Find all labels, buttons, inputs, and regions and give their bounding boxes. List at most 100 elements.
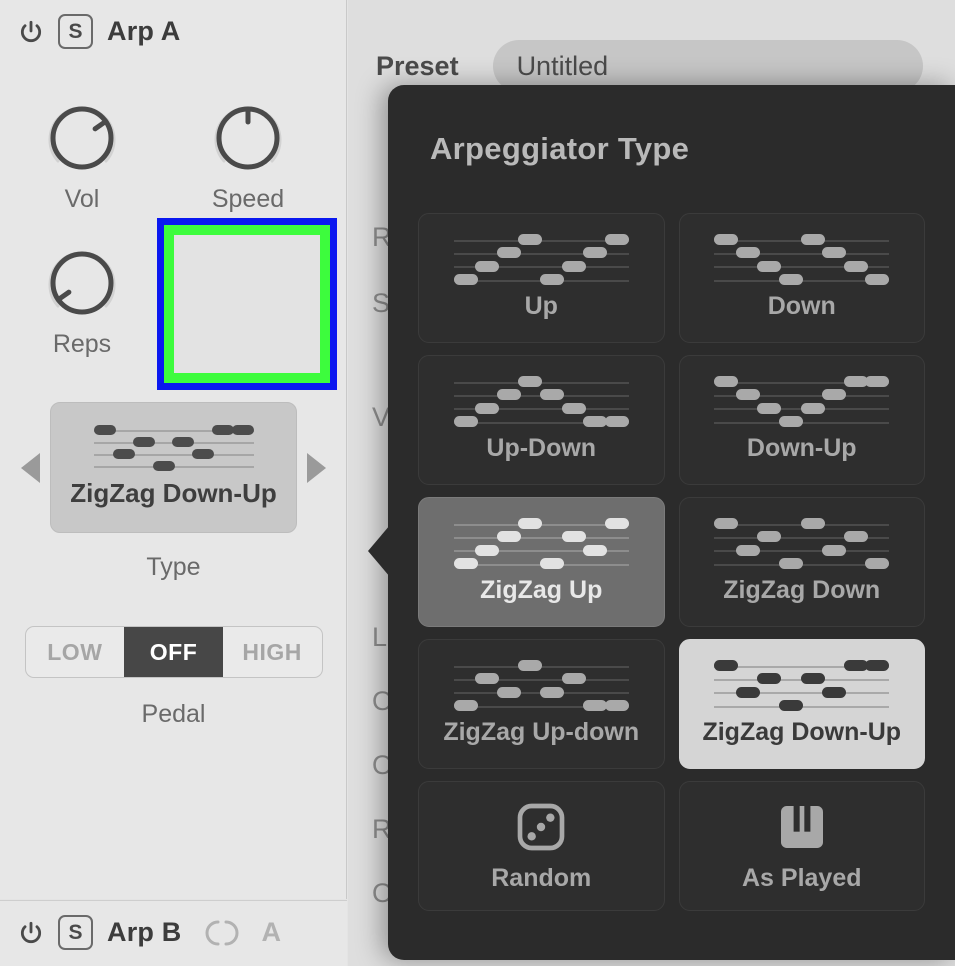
knob-dial[interactable] (39, 240, 125, 326)
type-caption: Type (146, 553, 201, 581)
arpeggiator-type-grid: Up Down Up-Down Down-Up ZigZag Up ZigZag Down… (418, 213, 925, 911)
arp-type-option-down-up[interactable]: Down-Up (678, 355, 925, 485)
pattern-note (453, 416, 478, 427)
pattern-note (822, 686, 847, 698)
arp-type-option-as-played[interactable]: As Played (678, 781, 925, 911)
pedal-option-low[interactable]: LOW (26, 627, 125, 677)
pattern-note (453, 558, 478, 569)
solo-button[interactable]: S (58, 915, 93, 950)
note-pattern-icon (714, 376, 890, 430)
pattern-note (757, 531, 782, 543)
arp-type-option-label: Down-Up (746, 433, 857, 462)
pattern-note (540, 558, 565, 569)
pattern-note (496, 247, 521, 259)
arp-type-option-random[interactable]: Random (418, 781, 665, 911)
pedal-caption: Pedal (141, 700, 206, 728)
pedal-control: LOW OFF HIGH Pedal (0, 626, 347, 729)
pattern-note (865, 274, 890, 285)
knob-icon (48, 106, 116, 170)
power-icon[interactable] (18, 920, 44, 946)
link-icon[interactable] (196, 918, 248, 948)
arp-type-option-down[interactable]: Down (678, 213, 925, 343)
pattern-note (561, 260, 586, 272)
pattern-note (192, 449, 215, 459)
plugin-window: Preset Untitled RSVLOORO S Arp A Vol Spee… (0, 0, 955, 966)
pattern-note (561, 673, 586, 685)
note-pattern-icon (714, 660, 890, 714)
page-title: Arp A (107, 16, 181, 46)
arp-type-option-zigzag-up-down[interactable]: ZigZag Up-down (418, 639, 665, 769)
preset-value: Untitled (516, 50, 609, 81)
arp-type-option-up[interactable]: Up (418, 213, 665, 343)
pattern-note (757, 673, 782, 685)
knob-speed[interactable]: Speed (178, 95, 318, 214)
arp-type-option-label: As Played (741, 864, 862, 892)
chevron-right-icon[interactable] (307, 452, 326, 483)
arp-type-option-label: ZigZag Up (480, 575, 603, 604)
arp-type-option-label: Random (491, 864, 592, 892)
pattern-note (735, 544, 760, 556)
pattern-note (604, 416, 629, 427)
knob-dial[interactable] (39, 95, 125, 181)
pattern-note (518, 518, 543, 529)
pattern-note (540, 686, 565, 698)
arp-type-option-up-down[interactable]: Up-Down (418, 355, 665, 485)
pattern-note (778, 700, 803, 711)
note-pattern-icon (714, 518, 890, 572)
arp-type-option-zigzag-down-up[interactable]: ZigZag Down-Up (678, 639, 925, 769)
pedal-segmented-control[interactable]: LOW OFF HIGH (24, 626, 323, 678)
pattern-note (496, 389, 521, 401)
pedal-option-high[interactable]: HIGH (223, 627, 322, 677)
pattern-note (822, 389, 847, 401)
pattern-note (604, 700, 629, 711)
chevron-left-icon[interactable] (21, 452, 40, 483)
arp-type-option-zigzag-down[interactable]: ZigZag Down (678, 497, 925, 627)
knob-dial[interactable] (205, 95, 291, 181)
note-pattern-icon (453, 376, 629, 430)
pattern-note (865, 660, 890, 671)
pattern-note (822, 544, 847, 556)
arp-type-option-label: Down (767, 291, 836, 320)
arp-type-option-zigzag-up[interactable]: ZigZag Up (418, 497, 665, 627)
pattern-note (518, 660, 543, 671)
pattern-note (518, 376, 543, 387)
solo-button[interactable]: S (58, 14, 93, 49)
pattern-note (540, 274, 565, 285)
dice-icon (513, 799, 569, 860)
pattern-note (518, 234, 543, 245)
pattern-note (800, 234, 825, 245)
pattern-note (152, 461, 175, 471)
solo-button-label: S (68, 920, 83, 944)
pattern-note (211, 425, 234, 435)
power-icon[interactable] (18, 19, 44, 45)
type-display[interactable]: ZigZag Down-Up (50, 402, 297, 533)
arp-type-option-label: Up-Down (486, 433, 597, 462)
channel-label: A (261, 917, 282, 947)
pattern-note (231, 425, 254, 435)
piano-keys-icon (774, 799, 830, 860)
pattern-note (735, 686, 760, 698)
popover-title: Arpeggiator Type (430, 131, 690, 166)
arp-a-header: S Arp A (18, 14, 181, 49)
knob-vol[interactable]: Vol (12, 95, 152, 214)
note-pattern-icon (93, 425, 254, 474)
pattern-note (496, 531, 521, 543)
pattern-note (735, 389, 760, 401)
pattern-note (714, 518, 739, 529)
pattern-note (561, 531, 586, 543)
pattern-note (583, 544, 608, 556)
pattern-note (757, 402, 782, 414)
pattern-note (843, 660, 868, 671)
focus-highlight-inner (174, 235, 320, 373)
knob-label: Speed (211, 185, 285, 213)
pattern-note (800, 673, 825, 685)
pedal-option-off[interactable]: OFF (124, 627, 223, 677)
knob-icon (214, 106, 282, 170)
arp-type-option-label: ZigZag Down (723, 575, 881, 604)
knob-reps[interactable]: Reps (12, 240, 152, 359)
pattern-note (735, 247, 760, 259)
pattern-note (583, 700, 608, 711)
note-pattern-icon (453, 518, 629, 572)
pattern-note (475, 673, 500, 685)
pattern-note (172, 437, 195, 447)
